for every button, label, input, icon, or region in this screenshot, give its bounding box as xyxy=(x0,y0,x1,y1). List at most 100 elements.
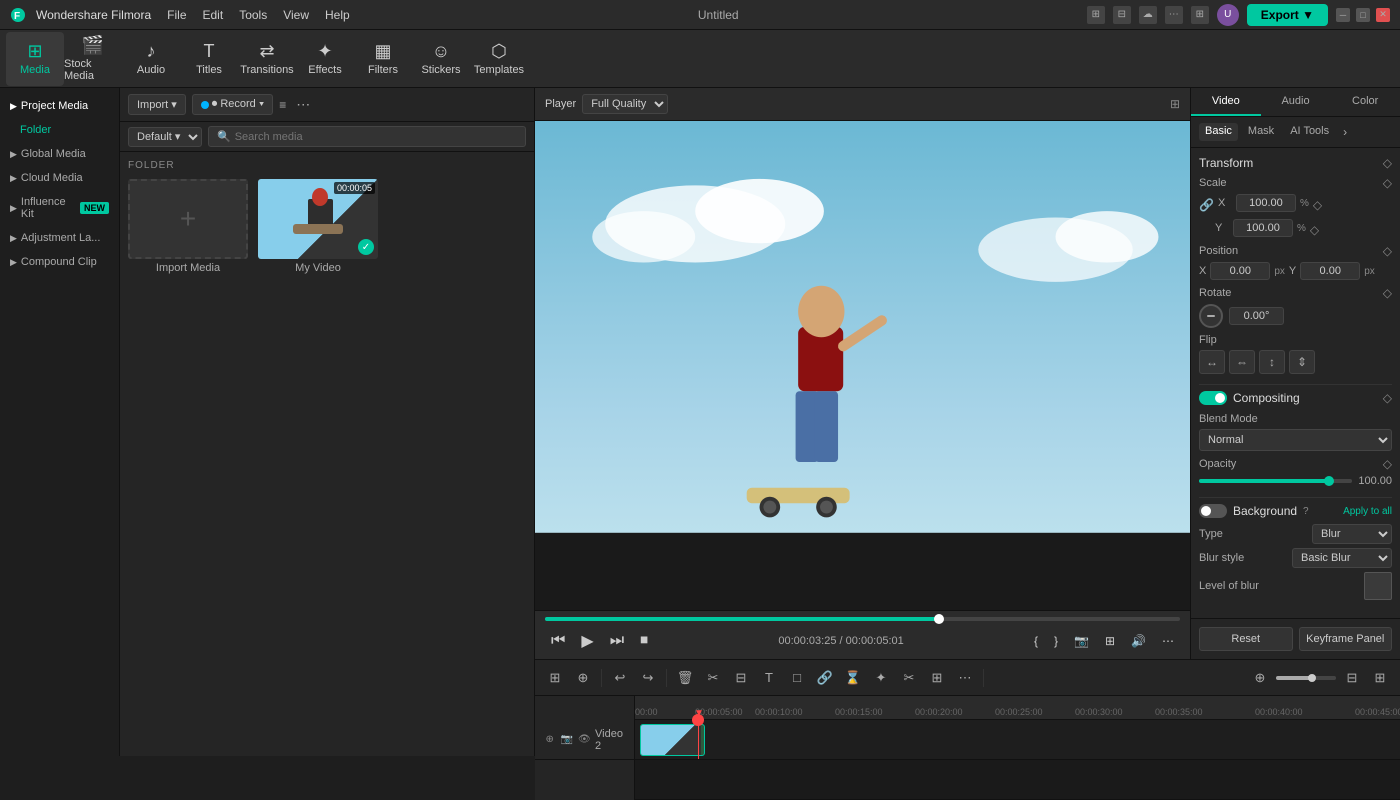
subtab-ai-tools[interactable]: AI Tools xyxy=(1284,123,1335,141)
sort-select[interactable]: Default ▾ xyxy=(128,127,202,147)
zoom-handle[interactable] xyxy=(1308,674,1316,682)
opacity-slider[interactable] xyxy=(1199,479,1352,483)
sidebar-item-compound-clip[interactable]: ▶ Compound Clip xyxy=(0,250,119,274)
pos-x-input[interactable] xyxy=(1210,262,1270,280)
blend-mode-select[interactable]: Normal xyxy=(1199,429,1392,451)
menu-file[interactable]: File xyxy=(167,8,186,22)
toolbar-audio[interactable]: ♪ Audio xyxy=(122,32,180,86)
scale-y-input[interactable] xyxy=(1233,219,1293,237)
toolbar-stock-media[interactable]: 🎬 Stock Media xyxy=(64,32,122,86)
tl-more[interactable]: ⋯ xyxy=(953,666,977,690)
topbar-icon5[interactable]: ⊞ xyxy=(1191,6,1209,24)
topbar-icon3[interactable]: ☁ xyxy=(1139,6,1157,24)
toolbar-titles[interactable]: T Titles xyxy=(180,32,238,86)
tl-shape[interactable]: □ xyxy=(785,666,809,690)
timeline-tracks-area[interactable]: 00:00 00:00:05:00 00:00:10:00 00:00:15:0… xyxy=(635,696,1400,800)
progress-handle[interactable] xyxy=(934,614,944,624)
info-icon[interactable]: ? xyxy=(1303,506,1309,517)
subtab-mask[interactable]: Mask xyxy=(1242,123,1280,141)
sidebar-item-adjustment-layer[interactable]: ▶ Adjustment La... xyxy=(0,226,119,250)
close-button[interactable]: ✕ xyxy=(1376,8,1390,22)
flip-v2-button[interactable]: ⇕ xyxy=(1289,350,1315,374)
rotate-dial[interactable] xyxy=(1199,304,1223,328)
minimize-button[interactable]: ─ xyxy=(1336,8,1350,22)
preview-progress[interactable] xyxy=(545,617,1180,621)
maximize-button[interactable]: □ xyxy=(1356,8,1370,22)
zoom-slider[interactable] xyxy=(1276,676,1336,680)
tl-cut[interactable]: ✂ xyxy=(701,666,725,690)
tl-group[interactable]: 🔗 xyxy=(813,666,837,690)
tl-zoom-out[interactable]: ⊟ xyxy=(1340,666,1364,690)
pos-y-input[interactable] xyxy=(1300,262,1360,280)
subtabs-more-button[interactable]: › xyxy=(1339,123,1351,141)
tab-video[interactable]: Video xyxy=(1191,88,1261,116)
reset-button[interactable]: Reset xyxy=(1199,627,1293,651)
tl-redo[interactable]: ↪ xyxy=(636,666,660,690)
menu-edit[interactable]: Edit xyxy=(203,8,224,22)
compositing-toggle[interactable] xyxy=(1199,391,1227,405)
flip-h-button[interactable]: ↔ xyxy=(1199,350,1225,374)
sidebar-item-influence-kit[interactable]: ▶ Influence Kit NEW xyxy=(0,190,119,226)
toolbar-media[interactable]: ⊞ Media xyxy=(6,32,64,86)
tl-zoom-in[interactable]: ⊕ xyxy=(1248,666,1272,690)
sidebar-item-project-media[interactable]: ▶ Project Media xyxy=(0,94,119,118)
mark-out-button[interactable]: } xyxy=(1048,632,1064,650)
tl-fit[interactable]: ⊞ xyxy=(1368,666,1392,690)
playhead[interactable] xyxy=(698,720,699,759)
rotate-keyframe-button[interactable]: ◇ xyxy=(1383,286,1392,300)
search-input[interactable] xyxy=(235,131,517,143)
rotate-input[interactable] xyxy=(1229,307,1284,325)
tab-color[interactable]: Color xyxy=(1330,88,1400,116)
menu-tools[interactable]: Tools xyxy=(239,8,267,22)
toolbar-filters[interactable]: ▦ Filters xyxy=(354,32,412,86)
menu-view[interactable]: View xyxy=(283,8,309,22)
import-placeholder[interactable]: + xyxy=(128,179,248,259)
scale-x-keyframe[interactable]: ◇ xyxy=(1313,198,1322,212)
tl-crop[interactable]: ⊟ xyxy=(729,666,753,690)
keyframe-panel-button[interactable]: Keyframe Panel xyxy=(1299,627,1393,651)
fullscreen-button[interactable]: ⊞ xyxy=(1099,632,1121,650)
toolbar-transitions[interactable]: ⇄ Transitions xyxy=(238,32,296,86)
opacity-keyframe-button[interactable]: ◇ xyxy=(1383,457,1392,471)
topbar-icon1[interactable]: ⊞ xyxy=(1087,6,1105,24)
volume-button[interactable]: 🔊 xyxy=(1125,632,1152,650)
scale-x-input[interactable] xyxy=(1236,194,1296,212)
toolbar-templates[interactable]: ⬡ Templates xyxy=(470,32,528,86)
forward-button[interactable]: ⏭ xyxy=(604,630,630,652)
menu-help[interactable]: Help xyxy=(325,8,350,22)
more-preview-button[interactable]: ⋯ xyxy=(1156,632,1180,650)
more-button[interactable]: ⋯ xyxy=(292,94,314,115)
tl-split[interactable]: ✂ xyxy=(897,666,921,690)
export-button[interactable]: Export ▼ xyxy=(1247,4,1328,26)
tl-link[interactable]: ⊕ xyxy=(571,666,595,690)
position-keyframe-button[interactable]: ◇ xyxy=(1383,244,1392,258)
lock-icon[interactable]: 🔗 xyxy=(1199,198,1214,212)
tl-undo[interactable]: ↩ xyxy=(608,666,632,690)
quality-select[interactable]: Full Quality xyxy=(582,94,668,114)
scale-keyframe-button[interactable]: ◇ xyxy=(1383,176,1392,190)
topbar-icon2[interactable]: ⊟ xyxy=(1113,6,1131,24)
sidebar-item-cloud-media[interactable]: ▶ Cloud Media xyxy=(0,166,119,190)
opacity-handle[interactable] xyxy=(1324,476,1334,486)
tl-effects[interactable]: ✦ xyxy=(869,666,893,690)
timeline-clip-myvideo[interactable]: My Video xyxy=(640,724,705,756)
snapshot-button[interactable]: 📷 xyxy=(1068,632,1095,650)
toolbar-stickers[interactable]: ☺ Stickers xyxy=(412,32,470,86)
background-toggle[interactable] xyxy=(1199,504,1227,518)
tl-add-track[interactable]: ⊞ xyxy=(543,666,567,690)
bg-type-select[interactable]: Blur xyxy=(1312,524,1392,544)
scale-y-keyframe[interactable]: ◇ xyxy=(1310,223,1319,237)
bg-style-select[interactable]: Basic Blur xyxy=(1292,548,1392,568)
mark-in-button[interactable]: { xyxy=(1028,632,1044,650)
import-media-thumb[interactable]: + Import Media xyxy=(128,179,248,274)
stop-button[interactable]: ⏹ xyxy=(634,630,654,652)
tab-audio[interactable]: Audio xyxy=(1261,88,1331,116)
rewind-button[interactable]: ⏮ xyxy=(545,630,571,652)
subtab-basic[interactable]: Basic xyxy=(1199,123,1238,141)
track-mute-btn[interactable]: 👁 xyxy=(578,732,591,748)
play-button[interactable]: ▶ xyxy=(575,629,599,653)
flip-v-button[interactable]: ↕ xyxy=(1259,350,1285,374)
track-camera-btn[interactable]: 📷 xyxy=(560,732,573,748)
sidebar-item-global-media[interactable]: ▶ Global Media xyxy=(0,142,119,166)
topbar-icon4[interactable]: ⋯ xyxy=(1165,6,1183,24)
